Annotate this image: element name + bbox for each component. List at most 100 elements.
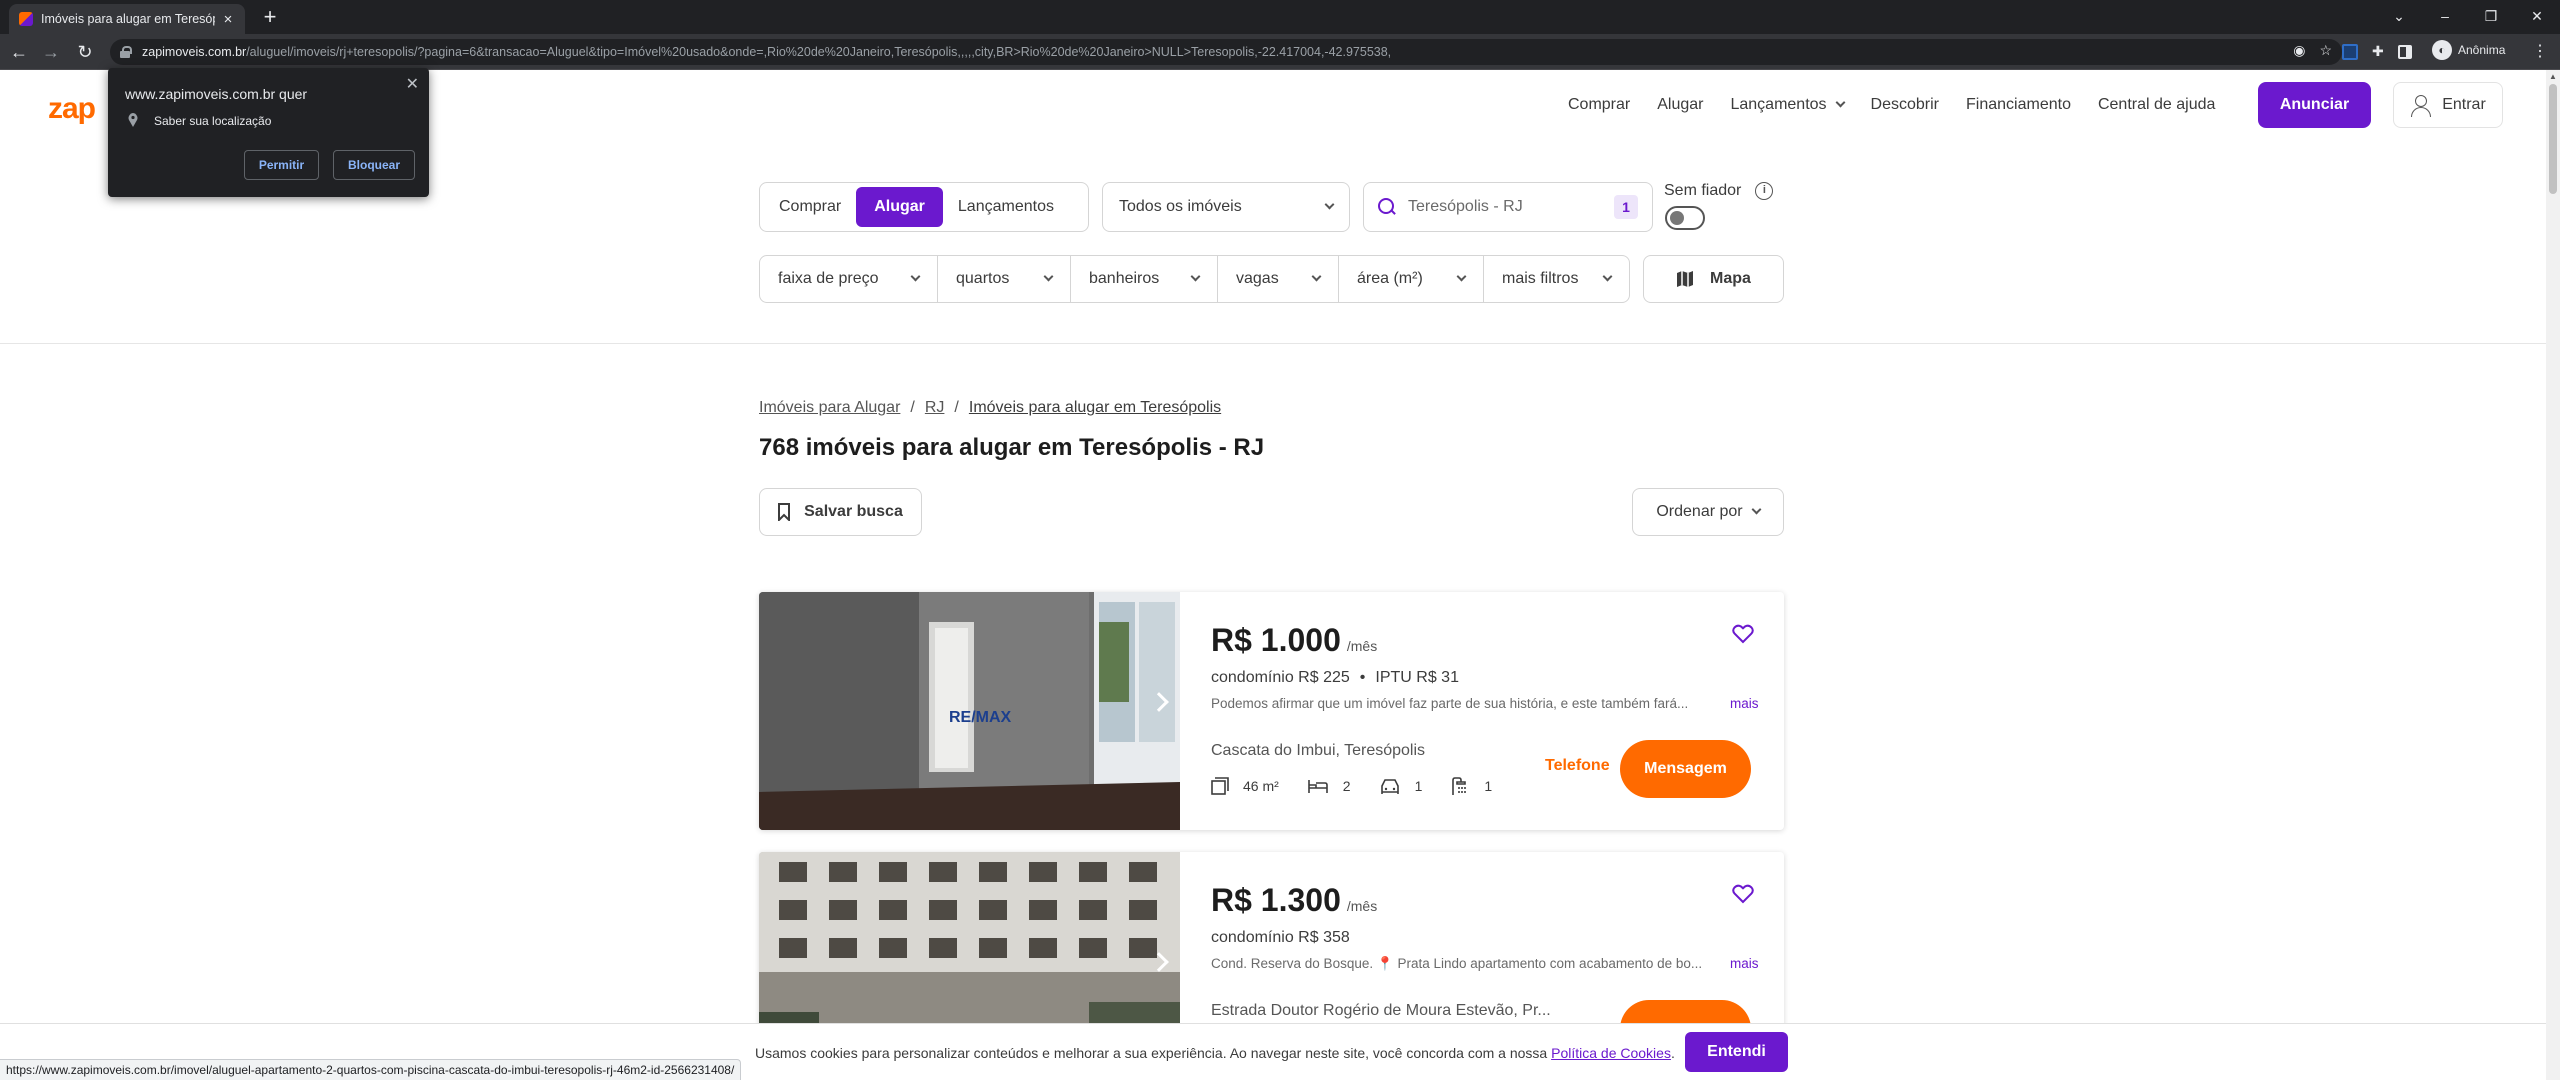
breadcrumb-rj[interactable]: RJ: [925, 399, 945, 417]
permitir-button[interactable]: Permitir: [244, 150, 319, 180]
bloquear-button[interactable]: Bloquear: [333, 150, 415, 180]
tab-search-icon[interactable]: ⌄: [2376, 8, 2422, 25]
puzzle-icon[interactable]: ✚: [2372, 43, 2384, 60]
tab-lancamentos[interactable]: Lançamentos: [943, 187, 1069, 227]
chevron-down-icon: [1043, 271, 1054, 281]
close-icon[interactable]: ×: [221, 11, 235, 28]
window-close-icon[interactable]: ✕: [2514, 8, 2560, 25]
side-panel-icon[interactable]: [2397, 44, 2412, 59]
sem-fiador-toggle[interactable]: [1665, 206, 1705, 230]
favorite-heart-icon[interactable]: [1732, 624, 1754, 644]
transaction-tabs: Comprar Alugar Lançamentos: [759, 182, 1089, 232]
shower-icon: [1452, 777, 1467, 795]
browser-tab[interactable]: Imóveis para alugar em Teresópolis ×: [9, 4, 245, 34]
chevron-down-icon: [1311, 271, 1322, 281]
tab-comprar[interactable]: Comprar: [764, 187, 856, 227]
nav-lancamentos[interactable]: Lançamentos: [1730, 96, 1845, 114]
filter-quartos[interactable]: quartos: [938, 256, 1071, 302]
minimize-icon[interactable]: –: [2422, 8, 2468, 24]
nav-financiamento[interactable]: Financiamento: [1966, 96, 2071, 114]
zap-logo[interactable]: zap: [48, 92, 96, 126]
lock-icon[interactable]: [120, 46, 132, 58]
listing-fees: condomínio R$ 358: [1211, 929, 1350, 946]
menu-dots-icon[interactable]: ⋮: [2530, 41, 2550, 61]
page-title: 768 imóveis para alugar em Teresópolis -…: [759, 434, 1265, 461]
entrar-button[interactable]: Entrar: [2393, 82, 2503, 128]
listing-card[interactable]: RE/MAX R$ 1.000/mês condomínio R$ 225 • IP…: [759, 592, 1784, 830]
extensions-area: ✚: [2342, 43, 2412, 60]
filter-area[interactable]: área (m²): [1339, 256, 1484, 302]
status-bar-url: https://www.zapimoveis.com.br/imovel/alu…: [0, 1059, 742, 1080]
location-count-badge: 1: [1614, 195, 1638, 219]
nav-alugar[interactable]: Alugar: [1657, 96, 1703, 114]
nav-comprar[interactable]: Comprar: [1568, 96, 1630, 114]
scroll-thumb[interactable]: [2549, 84, 2557, 194]
info-icon[interactable]: i: [1755, 182, 1774, 200]
mapa-button[interactable]: Mapa: [1643, 255, 1784, 303]
profile-chip[interactable]: ◐ Anônima: [2432, 40, 2505, 60]
filters-bar: faixa de preço quartos banheiros vagas á…: [759, 255, 1630, 303]
entrar-label: Entrar: [2442, 96, 2486, 113]
listing-fees: condomínio R$ 225 • IPTU R$ 31: [1211, 669, 1459, 686]
location-blocked-icon[interactable]: ◉: [2293, 42, 2305, 59]
location-permission-popup: www.zapimoveis.com.br quer ✕ Saber sua l…: [108, 68, 429, 197]
listing-photo[interactable]: RE/MAX: [759, 592, 1180, 830]
feature-bathrooms: 1: [1450, 776, 1492, 796]
listing-description: Podemos afirmar que um imóvel faz parte …: [1211, 696, 1689, 711]
listing-body: R$ 1.000/mês condomínio R$ 225 • IPTU R$ 3…: [1211, 592, 1784, 830]
location-search-input[interactable]: Teresópolis - RJ 1: [1363, 182, 1653, 232]
bookmark-icon: [778, 503, 791, 521]
cookie-policy-link[interactable]: Política de Cookies: [1551, 1045, 1671, 1061]
restore-icon[interactable]: ❐: [2468, 8, 2514, 25]
anunciar-button[interactable]: Anunciar: [2258, 82, 2371, 128]
listing-price: R$ 1.000/mês: [1211, 622, 1378, 658]
nav-central-ajuda[interactable]: Central de ajuda: [2098, 96, 2215, 114]
filter-banheiros[interactable]: banheiros: [1071, 256, 1218, 302]
entendi-button[interactable]: Entendi: [1685, 1032, 1788, 1072]
nav-descobrir[interactable]: Descobrir: [1871, 96, 1939, 114]
feature-area: 46 m²: [1211, 777, 1279, 795]
forward-icon[interactable]: →: [40, 41, 62, 63]
reload-icon[interactable]: ↻: [74, 41, 96, 63]
tab-alugar[interactable]: Alugar: [856, 187, 943, 227]
browser-toolbar: ← → ↻ zapimoveis.com.br/aluguel/imoveis/…: [0, 34, 2560, 70]
car-icon: [1380, 779, 1399, 794]
filter-preco[interactable]: faixa de preço: [760, 256, 938, 302]
close-icon[interactable]: ✕: [406, 74, 419, 94]
listing-more-link[interactable]: mais: [1722, 956, 1759, 971]
url-text[interactable]: zapimoveis.com.br/aluguel/imoveis/rj+ter…: [142, 45, 2052, 59]
ordenar-button[interactable]: Ordenar por: [1632, 488, 1784, 536]
location-value: Teresópolis - RJ: [1408, 198, 1523, 215]
chevron-down-icon: [1324, 199, 1335, 209]
header-divider: [0, 343, 2546, 344]
sem-fiador-text: Sem fiador: [1664, 182, 1742, 199]
address-bar[interactable]: zapimoveis.com.br/aluguel/imoveis/rj+ter…: [110, 39, 2342, 65]
favorite-heart-icon[interactable]: [1732, 884, 1754, 904]
breadcrumb-alugar[interactable]: Imóveis para Alugar: [759, 399, 900, 417]
page-scrollbar[interactable]: ▲: [2546, 70, 2560, 1080]
listing-description: Cond. Reserva do Bosque. 📍 Prata Lindo a…: [1211, 956, 1703, 971]
area-icon: [1211, 777, 1229, 795]
listing-more-link[interactable]: mais: [1722, 696, 1759, 711]
mensagem-button[interactable]: Mensagem: [1620, 740, 1751, 798]
bed-icon: [1307, 780, 1328, 793]
back-icon[interactable]: ←: [8, 41, 30, 63]
new-tab-icon[interactable]: +: [258, 4, 282, 30]
pin-emoji-icon: 📍: [1376, 956, 1394, 971]
telefone-button[interactable]: Telefone: [1545, 757, 1610, 775]
breadcrumb: Imóveis para Alugar / RJ / Imóveis para …: [759, 399, 1221, 417]
filter-vagas[interactable]: vagas: [1218, 256, 1339, 302]
property-type-select[interactable]: Todos os imóveis: [1102, 182, 1350, 232]
extension-icon[interactable]: [2342, 43, 2358, 60]
breadcrumb-teresopolis[interactable]: Imóveis para alugar em Teresópolis: [969, 399, 1221, 417]
chevron-down-icon: [910, 271, 921, 281]
feature-bedrooms: 2: [1307, 777, 1351, 795]
tab-title: Imóveis para alugar em Teresópolis: [41, 12, 215, 26]
filter-mais[interactable]: mais filtros: [1484, 256, 1629, 302]
map-icon: [1677, 271, 1694, 287]
scroll-up-icon[interactable]: ▲: [2549, 72, 2557, 81]
location-pin-icon: [128, 113, 138, 127]
bookmark-star-icon[interactable]: ☆: [2319, 42, 2332, 59]
feature-parking: 1: [1379, 777, 1422, 795]
salvar-busca-button[interactable]: Salvar busca: [759, 488, 922, 536]
